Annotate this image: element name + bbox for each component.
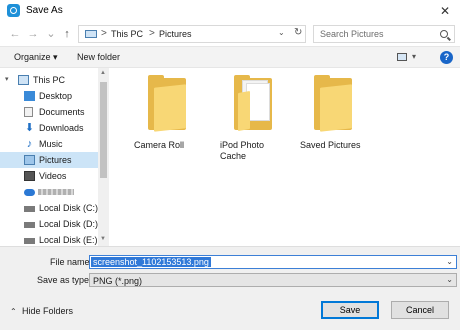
command-bar: Organize ▾ New folder ▾ ? xyxy=(0,46,460,68)
pc-icon xyxy=(18,75,29,85)
file-list: Camera Roll iPod Photo Cache Saved Pictu… xyxy=(112,68,460,246)
sidebar-item-desktop[interactable]: Desktop xyxy=(0,88,98,104)
sidebar-item-local-disk-c[interactable]: Local Disk (C:) xyxy=(0,200,98,216)
sidebar-item-label: Local Disk (C:) xyxy=(39,203,99,213)
filetype-select[interactable]: PNG (*.png) ⌄ xyxy=(89,273,457,287)
search-icon xyxy=(440,30,448,38)
drive-icon xyxy=(24,222,35,228)
navigation-scrollbar[interactable]: ▲ ▼ xyxy=(98,68,109,246)
sidebar-item-this-pc[interactable]: ▾ This PC xyxy=(0,72,98,88)
scroll-down-icon[interactable]: ▼ xyxy=(100,236,106,242)
breadcrumb-this-pc[interactable]: This PC xyxy=(111,29,143,39)
up-button[interactable]: ↑ xyxy=(60,26,74,42)
title-bar: Save As ✕ xyxy=(0,0,460,22)
sidebar-item-label: This PC xyxy=(33,75,66,85)
view-dropdown-icon[interactable]: ▾ xyxy=(412,52,416,61)
folder-icon xyxy=(148,75,186,132)
search-placeholder: Search Pictures xyxy=(320,29,384,39)
chevron-up-icon[interactable]: ⌃ xyxy=(10,307,17,316)
sidebar-item-label: Desktop xyxy=(39,91,73,101)
folder-label: Saved Pictures xyxy=(300,140,361,150)
sidebar-item-label: Pictures xyxy=(39,155,72,165)
downloads-icon: ⬇ xyxy=(24,122,35,134)
sidebar-item-local-disk-e[interactable]: Local Disk (E:) xyxy=(0,232,98,246)
pictures-icon xyxy=(24,155,35,165)
cancel-button[interactable]: Cancel xyxy=(391,301,449,319)
filetype-value: PNG (*.png) xyxy=(93,276,143,286)
filetype-label: Save as type: xyxy=(37,275,92,285)
sidebar-item-label: Local Disk (E:) xyxy=(39,235,98,245)
view-icon[interactable] xyxy=(397,53,407,61)
app-icon xyxy=(7,4,20,17)
help-icon[interactable]: ? xyxy=(440,51,453,64)
recent-locations-button[interactable]: ⌄ xyxy=(44,26,58,42)
refresh-icon[interactable]: ↻ xyxy=(294,27,302,38)
address-dropdown-icon[interactable]: ⌄ xyxy=(278,28,285,37)
sidebar-item-label: Documents xyxy=(39,107,85,117)
breadcrumb-pictures[interactable]: Pictures xyxy=(159,29,192,39)
drive-icon xyxy=(24,206,35,212)
filename-value[interactable]: screenshot_1102153513.png xyxy=(91,257,211,267)
hide-folders-button[interactable]: Hide Folders xyxy=(22,306,73,316)
sidebar-item-label: Videos xyxy=(39,171,67,181)
filename-dropdown-icon[interactable]: ⌄ xyxy=(446,257,453,266)
folder-label: Camera Roll xyxy=(134,140,185,150)
scroll-up-icon[interactable]: ▲ xyxy=(100,70,106,76)
folder-icon xyxy=(314,75,352,132)
close-button[interactable]: ✕ xyxy=(430,0,460,22)
folder-label: iPod Photo Cache xyxy=(220,140,265,161)
sidebar-item-label: Local Disk (D:) xyxy=(39,219,99,229)
filename-label: File name: xyxy=(50,257,93,267)
new-folder-button[interactable]: New folder xyxy=(77,52,120,62)
sidebar-item-pictures[interactable]: Pictures xyxy=(0,152,98,168)
videos-icon xyxy=(24,171,35,181)
cloud-drive-icon xyxy=(24,189,35,196)
sidebar-item-label: Downloads xyxy=(39,123,84,133)
breadcrumb-separator: > xyxy=(149,28,155,39)
folder-item[interactable]: Saved Pictures xyxy=(294,68,374,160)
folder-with-files-icon xyxy=(234,75,272,132)
sidebar-item-music[interactable]: ♪ Music xyxy=(0,136,98,152)
pc-icon xyxy=(85,30,97,38)
search-input[interactable]: Search Pictures xyxy=(313,25,455,43)
navigation-pane: ▾ This PC Desktop Documents ⬇ Downloads … xyxy=(0,68,110,246)
expand-icon[interactable]: ▾ xyxy=(5,75,9,83)
window-title: Save As xyxy=(26,5,63,16)
sidebar-item-label: Music xyxy=(39,139,63,149)
forward-button[interactable]: → xyxy=(26,26,40,42)
desktop-icon xyxy=(24,91,35,101)
sidebar-item-videos[interactable]: Videos xyxy=(0,168,98,184)
documents-icon xyxy=(24,107,33,117)
breadcrumb-separator: > xyxy=(101,28,107,39)
filetype-dropdown-icon[interactable]: ⌄ xyxy=(446,275,453,284)
music-icon: ♪ xyxy=(26,138,33,150)
organize-button[interactable]: Organize ▾ xyxy=(14,52,58,63)
folder-item[interactable]: iPod Photo Cache xyxy=(214,68,294,161)
sidebar-item-documents[interactable]: Documents xyxy=(0,104,98,120)
filename-field[interactable]: screenshot_1102153513.png ⌄ xyxy=(89,255,457,269)
sidebar-item-downloads[interactable]: ⬇ Downloads xyxy=(0,120,98,136)
back-button[interactable]: ← xyxy=(8,26,22,42)
address-bar[interactable]: > This PC > Pictures xyxy=(78,25,306,43)
save-form: File name: screenshot_1102153513.png ⌄ S… xyxy=(0,246,460,290)
sidebar-item-cloud-drive[interactable] xyxy=(0,184,98,200)
dialog-footer: ⌃ Hide Folders Save Cancel xyxy=(0,290,460,330)
address-row: ← → ⌄ ↑ > This PC > Pictures ⌄ ↻ Search … xyxy=(0,22,460,46)
sidebar-item-local-disk-d[interactable]: Local Disk (D:) xyxy=(0,216,98,232)
save-button[interactable]: Save xyxy=(321,301,379,319)
folder-item[interactable]: Camera Roll xyxy=(128,68,208,160)
drive-icon xyxy=(24,238,35,244)
redacted-label xyxy=(38,189,74,195)
scrollbar-thumb[interactable] xyxy=(100,82,107,178)
